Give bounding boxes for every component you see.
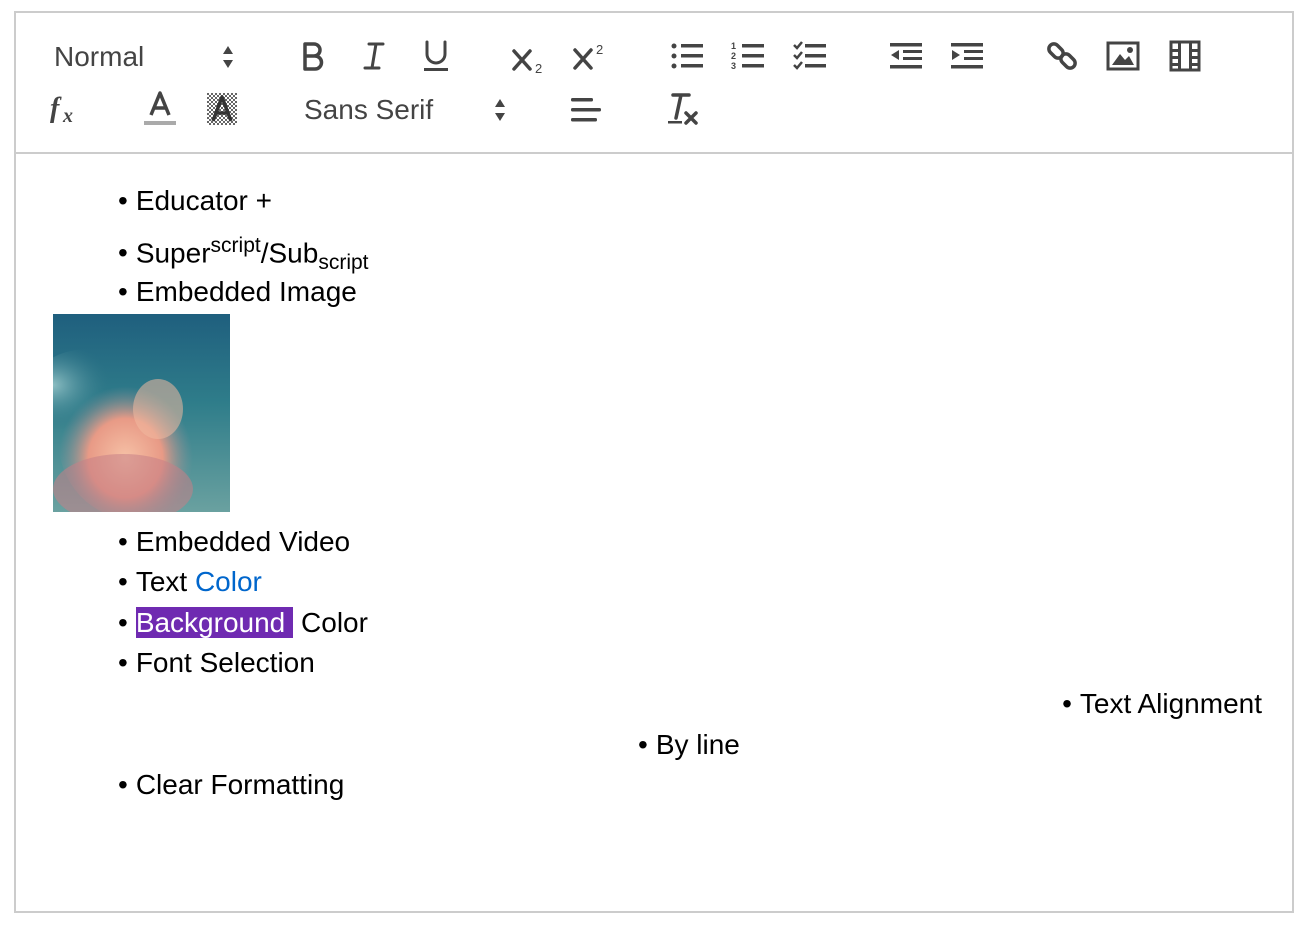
check-list-icon: [793, 41, 826, 70]
superscript-icon: 2: [573, 42, 603, 70]
bold-icon: [303, 42, 324, 71]
video-button[interactable]: [1163, 34, 1207, 78]
list-bullet: •: [118, 185, 128, 216]
colored-text: Color: [194, 566, 262, 597]
check-list-button[interactable]: [788, 34, 832, 78]
super-base-text: Super: [135, 237, 211, 269]
underline-button[interactable]: [414, 34, 458, 78]
list-bullet: •: [118, 566, 128, 597]
video-icon: [1169, 40, 1201, 72]
list-bullet: •: [118, 526, 128, 557]
list-item-by-line: • By line: [638, 728, 740, 762]
align-left-icon: [571, 98, 601, 122]
background-rest-text: Color: [293, 607, 368, 638]
list-bullet: •: [638, 729, 648, 760]
select-caret-icon: [495, 99, 505, 121]
editor-toolbar: Normal 2 2 1 2 3 f x Sans Serif: [16, 13, 1292, 154]
ordered-list-icon: 1 2 3: [731, 41, 764, 71]
svg-text:2: 2: [596, 42, 603, 57]
select-caret-icon: [223, 46, 233, 68]
bullet-list-icon: [671, 43, 703, 69]
ordered-list-button[interactable]: 1 2 3: [726, 34, 770, 78]
sub-base-text: /Sub: [260, 237, 319, 269]
list-bullet: •: [118, 769, 128, 800]
list-item-text: Clear Formatting: [135, 769, 345, 800]
list-item-text-alignment: • Text Alignment: [1062, 687, 1262, 721]
superscript-button[interactable]: 2: [569, 34, 613, 78]
indent-icon: [951, 43, 983, 69]
background-color-button[interactable]: [200, 87, 244, 131]
indent-button[interactable]: [945, 34, 989, 78]
text-prefix: Text: [135, 566, 195, 597]
text-color-icon: [144, 91, 176, 125]
subscript-text: script: [318, 250, 369, 274]
outdent-button[interactable]: [884, 34, 928, 78]
highlighted-text: Background: [135, 607, 294, 638]
text-color-button[interactable]: [138, 87, 182, 131]
list-bullet: •: [1062, 688, 1072, 719]
svg-text:2: 2: [535, 61, 542, 74]
list-item-text: Text Alignment: [1079, 688, 1262, 719]
image-button[interactable]: [1101, 34, 1145, 78]
list-bullet: •: [118, 607, 128, 638]
list-item-clear-formatting: • Clear Formatting: [118, 768, 344, 802]
list-item-educator: • Educator +: [118, 184, 272, 218]
list-item-embedded-image: • Embedded Image: [118, 275, 357, 309]
list-item-text-color: • Text Color: [118, 565, 262, 599]
subscript-icon: 2: [512, 49, 542, 74]
outdent-icon: [890, 43, 922, 69]
image-icon: [1106, 41, 1140, 71]
underline-icon: [424, 40, 448, 71]
svg-text:1: 1: [731, 41, 736, 51]
svg-text:3: 3: [731, 61, 736, 71]
header-select[interactable]: Normal: [54, 37, 244, 77]
font-select[interactable]: Sans Serif: [304, 90, 524, 130]
align-button[interactable]: [564, 88, 608, 132]
svg-text:f: f: [50, 93, 62, 124]
list-item-superscript-subscript: • Superscript/Subscript: [118, 229, 369, 280]
svg-text:x: x: [62, 105, 73, 127]
rich-text-editor: Normal 2 2 1 2 3 f x Sans Serif • Educat…: [14, 11, 1294, 913]
list-item-text: Embedded Image: [135, 276, 357, 307]
list-bullet: •: [118, 276, 128, 307]
formula-button[interactable]: f x: [44, 87, 88, 131]
svg-text:2: 2: [731, 51, 736, 61]
font-select-value: Sans Serif: [304, 94, 434, 125]
formula-icon: f x: [50, 93, 73, 127]
list-item-text: Educator +: [135, 185, 273, 216]
list-item-font-selection: • Font Selection: [118, 646, 315, 680]
bold-button[interactable]: [291, 34, 335, 78]
superscript-text: script: [210, 234, 261, 257]
clear-formatting-icon: [668, 93, 698, 125]
header-select-value: Normal: [54, 41, 145, 72]
list-item-text: By line: [655, 729, 740, 760]
clear-formatting-button[interactable]: [661, 87, 705, 131]
background-color-icon: [207, 93, 237, 125]
bullet-list-button[interactable]: [665, 34, 709, 78]
italic-button[interactable]: [352, 34, 396, 78]
list-bullet: •: [118, 647, 128, 678]
list-item-embedded-video: • Embedded Video: [118, 525, 350, 559]
embedded-cloud-image: [53, 314, 230, 512]
link-button[interactable]: [1040, 34, 1084, 78]
subscript-button[interactable]: 2: [508, 37, 552, 81]
list-item-text: Font Selection: [135, 647, 315, 678]
editor-content[interactable]: • Educator + • Superscript/Subscript • Embe…: [16, 154, 1292, 911]
link-icon: [1047, 42, 1077, 70]
list-item-background-color: • Background Color: [118, 606, 368, 640]
italic-icon: [363, 42, 385, 70]
list-bullet: •: [118, 237, 128, 269]
list-item-text: Embedded Video: [135, 526, 351, 557]
